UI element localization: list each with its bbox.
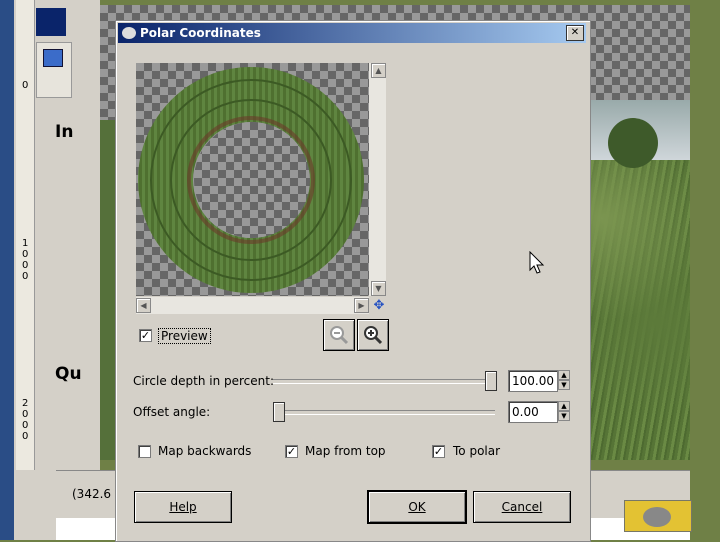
ruler-digit: 0 xyxy=(22,431,29,442)
spin-down-icon: ▼ xyxy=(558,411,570,421)
navigate-icon[interactable] xyxy=(624,500,692,532)
close-icon[interactable]: ✕ xyxy=(566,25,584,41)
zoom-in-button[interactable] xyxy=(357,319,389,351)
scroll-left-icon[interactable]: ◀ xyxy=(136,298,151,313)
map-from-top-label[interactable]: Map from top xyxy=(305,444,386,458)
background-heading-qu: Qu xyxy=(55,364,82,384)
offset-angle-label: Offset angle: xyxy=(133,405,211,419)
map-from-top-checkbox[interactable]: ✓ xyxy=(285,445,298,458)
circle-depth-slider-track[interactable] xyxy=(273,379,495,384)
ruler-digit: 2 xyxy=(22,398,29,409)
cancel-button-label: Cancel xyxy=(501,500,543,514)
spin-down-icon: ▼ xyxy=(558,380,570,390)
ruler-digit: 0 xyxy=(22,249,29,260)
offset-angle-slider-handle[interactable] xyxy=(273,402,285,422)
map-backwards-label[interactable]: Map backwards xyxy=(158,444,251,458)
spin-up-icon: ▲ xyxy=(558,401,570,411)
dialog-title: Polar Coordinates xyxy=(140,26,261,40)
gimp-icon xyxy=(122,27,136,39)
cancel-button[interactable]: Cancel xyxy=(473,491,571,523)
gimp-icon[interactable] xyxy=(36,8,66,36)
left-edge-strip xyxy=(0,0,14,540)
preview-vscroll[interactable] xyxy=(369,63,386,296)
offset-angle-input[interactable]: 0.00 xyxy=(508,401,558,423)
scroll-right-icon[interactable]: ▶ xyxy=(354,298,369,313)
ruler-digit: 0 xyxy=(22,409,29,420)
preview-label[interactable]: Preview xyxy=(158,328,211,344)
zoom-out-button[interactable] xyxy=(323,319,355,351)
ok-button[interactable]: OK xyxy=(367,490,467,524)
help-button-label: Help xyxy=(169,500,197,514)
to-polar-label[interactable]: To polar xyxy=(453,444,500,458)
help-button[interactable]: Help xyxy=(134,491,232,523)
mouse-pointer-icon xyxy=(529,251,545,274)
circle-depth-slider-handle[interactable] xyxy=(485,371,497,391)
polar-coordinates-dialog: Polar Coordinates ✕ ▲ ▼ ◀ ▶ ✥ ✓ Preview xyxy=(115,20,591,542)
ruler-top-mark: 0 xyxy=(22,80,29,91)
ok-button-label: OK xyxy=(408,500,426,514)
ruler-digit: 0 xyxy=(22,260,29,271)
tree-silhouette xyxy=(608,118,658,168)
circle-depth-spinner[interactable]: ▲ ▼ xyxy=(558,370,570,390)
circle-depth-label: Circle depth in percent: xyxy=(133,374,275,388)
ruler-marks-2000: 2 0 0 0 xyxy=(22,398,32,442)
preview-checkbox[interactable]: ✓ xyxy=(139,329,152,342)
spin-up-icon: ▲ xyxy=(558,370,570,380)
ruler-digit: 0 xyxy=(22,271,29,282)
zoom-in-icon xyxy=(364,326,383,345)
circle-depth-value: 100.00 xyxy=(512,374,554,388)
preview-label-text: Preview xyxy=(161,329,208,343)
scroll-up-icon[interactable]: ▲ xyxy=(371,63,386,78)
navigate-move-icon[interactable]: ✥ xyxy=(372,299,386,313)
offset-angle-value: 0.00 xyxy=(512,405,539,419)
status-coordinates: (342.6 I xyxy=(72,487,119,501)
ruler-digit: 1 xyxy=(22,238,29,249)
zoom-out-icon xyxy=(330,326,349,345)
scroll-down-icon[interactable]: ▼ xyxy=(371,281,386,296)
offset-angle-slider-track[interactable] xyxy=(273,410,495,415)
ruler-marks-1000: 1 0 0 0 xyxy=(22,238,32,282)
offset-angle-spinner[interactable]: ▲ ▼ xyxy=(558,401,570,421)
ruler-digit: 0 xyxy=(22,420,29,431)
preview-hole-overlay xyxy=(194,122,310,238)
to-polar-checkbox[interactable]: ✓ xyxy=(432,445,445,458)
tool-rect-select-icon[interactable] xyxy=(36,42,72,98)
preview-hscroll[interactable] xyxy=(136,297,369,314)
circle-depth-input[interactable]: 100.00 xyxy=(508,370,558,392)
background-heading-in: In xyxy=(55,122,74,142)
dialog-titlebar[interactable]: Polar Coordinates ✕ xyxy=(118,23,586,43)
map-backwards-checkbox[interactable] xyxy=(138,445,151,458)
